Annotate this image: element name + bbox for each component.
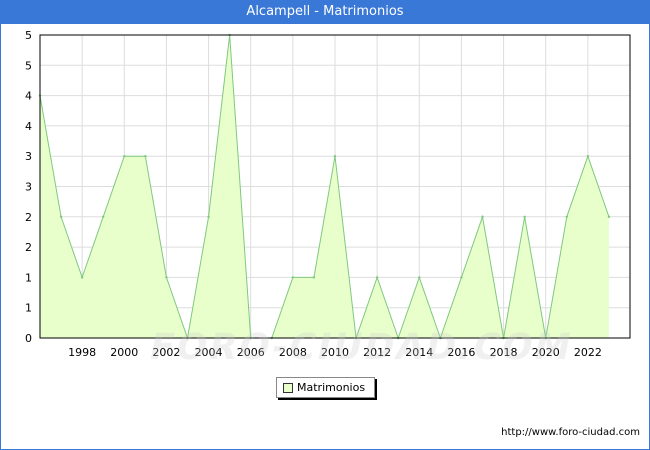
data-point xyxy=(102,215,105,218)
data-point xyxy=(312,276,316,279)
y-tick-label: 3 xyxy=(25,150,32,163)
data-point xyxy=(59,215,63,218)
y-tick-label: 1 xyxy=(25,302,32,315)
y-tick-label: 2 xyxy=(25,211,32,224)
data-point xyxy=(586,155,590,158)
x-tick-label: 1998 xyxy=(68,346,96,359)
legend-label-matrimonios: Matrimonios xyxy=(297,381,366,394)
legend-swatch-matrimonios xyxy=(283,383,293,393)
data-point xyxy=(460,276,463,279)
data-point xyxy=(375,276,379,279)
y-tick-label: 5 xyxy=(25,59,32,72)
watermark-text: FORO-CIUDAD.COM xyxy=(145,327,577,368)
data-point xyxy=(523,215,526,218)
data-point xyxy=(565,215,568,218)
y-tick-label: 4 xyxy=(25,90,32,103)
data-point xyxy=(144,155,147,158)
y-tick-label: 0 xyxy=(25,332,32,345)
legend: Matrimonios xyxy=(276,377,375,398)
data-point xyxy=(418,276,421,279)
data-point xyxy=(481,215,484,218)
source-url[interactable]: http://www.foro-ciudad.com xyxy=(501,427,640,438)
y-tick-label: 2 xyxy=(25,241,32,254)
y-tick-label: 3 xyxy=(25,181,32,194)
data-point xyxy=(333,155,337,158)
x-tick-label: 2022 xyxy=(574,346,602,359)
data-point xyxy=(165,276,168,279)
y-tick-label: 4 xyxy=(25,120,32,133)
y-tick-label: 1 xyxy=(25,271,32,284)
data-point xyxy=(607,215,611,218)
data-point xyxy=(80,276,84,279)
data-point xyxy=(207,215,210,218)
y-tick-label: 5 xyxy=(25,29,32,42)
x-tick-label: 2000 xyxy=(110,346,138,359)
data-point xyxy=(123,155,126,158)
data-point xyxy=(291,276,295,279)
